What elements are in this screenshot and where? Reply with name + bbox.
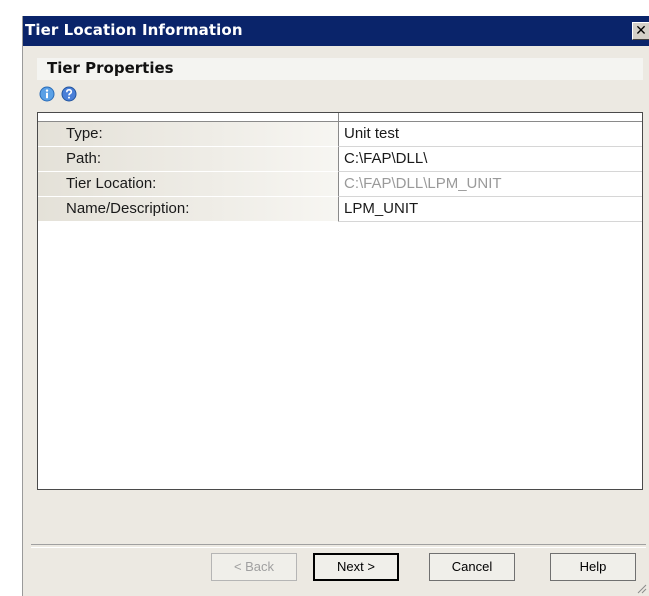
properties-toolbar <box>39 84 77 104</box>
resize-grip-icon[interactable] <box>635 582 647 594</box>
property-value[interactable]: C:\FAP\DLL\ <box>339 147 642 172</box>
property-name: Type: <box>38 122 339 147</box>
grid-header <box>38 113 642 122</box>
info-icon[interactable] <box>39 86 55 102</box>
property-row-path[interactable]: Path: C:\FAP\DLL\ <box>38 147 642 172</box>
footer-separator <box>31 544 646 548</box>
close-button[interactable]: ✕ <box>632 22 649 40</box>
property-row-type[interactable]: Type: Unit test <box>38 122 642 147</box>
help-icon[interactable] <box>61 86 77 102</box>
section-title: Tier Properties <box>47 59 174 77</box>
help-button[interactable]: Help <box>550 553 636 581</box>
property-value: C:\FAP\DLL\LPM_UNIT <box>339 172 642 197</box>
tier-location-dialog: Tier Location Information ✕ Tier Propert… <box>22 16 649 596</box>
property-name: Path: <box>38 147 339 172</box>
property-row-tier-location: Tier Location: C:\FAP\DLL\LPM_UNIT <box>38 172 642 197</box>
back-button: < Back <box>211 553 297 581</box>
title-bar[interactable]: Tier Location Information ✕ <box>23 16 649 46</box>
property-value[interactable]: Unit test <box>339 122 642 147</box>
property-grid: Type: Unit test Path: C:\FAP\DLL\ Tier L… <box>37 112 643 490</box>
property-row-name-description[interactable]: Name/Description: LPM_UNIT <box>38 197 642 222</box>
property-name: Name/Description: <box>38 197 339 222</box>
cancel-button[interactable]: Cancel <box>429 553 515 581</box>
next-button[interactable]: Next > <box>313 553 399 581</box>
window-title: Tier Location Information <box>25 21 243 39</box>
property-value[interactable]: LPM_UNIT <box>339 197 642 222</box>
column-divider[interactable] <box>338 113 339 122</box>
section-header: Tier Properties <box>37 58 643 80</box>
property-name: Tier Location: <box>38 172 339 197</box>
